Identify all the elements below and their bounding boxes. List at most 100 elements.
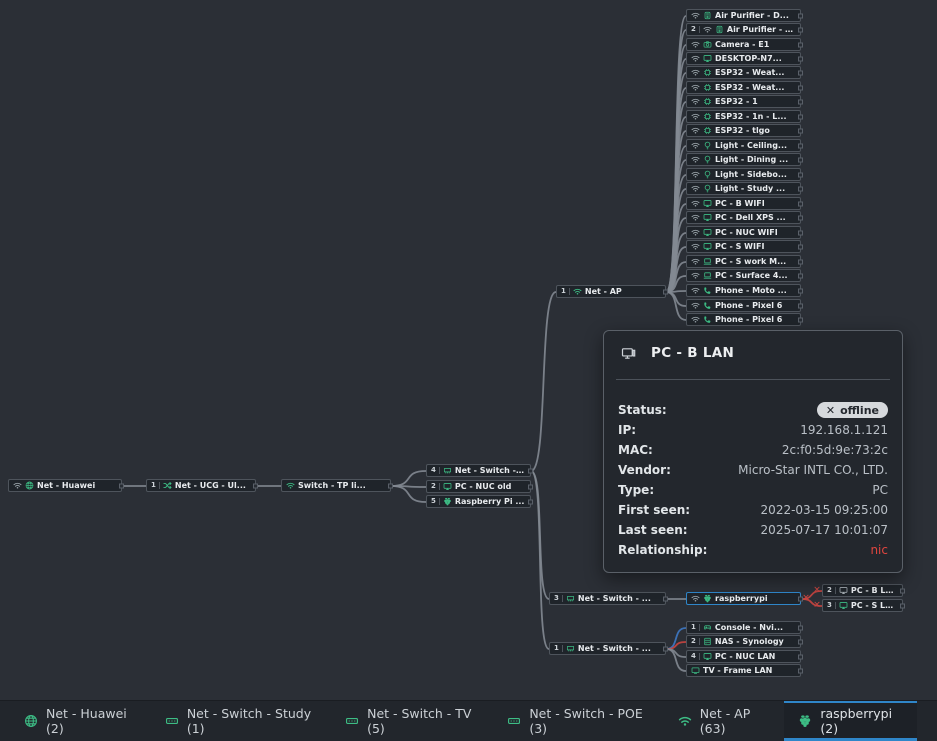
tab-net-ap[interactable]: Net - AP (63) bbox=[664, 701, 785, 741]
row-label: Type: bbox=[618, 483, 654, 497]
out-port bbox=[798, 244, 803, 249]
node-leaf-camera-e1[interactable]: Camera - E1 bbox=[686, 38, 801, 51]
node-pc-b-lan[interactable]: 2PC - B LAN bbox=[822, 584, 903, 597]
node-leaf-phone-moto[interactable]: Phone - Moto ... bbox=[686, 284, 801, 297]
bulb-icon bbox=[703, 141, 712, 150]
node-pc-s-lan[interactable]: 3 PC - S LAN bbox=[822, 599, 903, 612]
node-net-ap[interactable]: 1Net - AP bbox=[556, 285, 666, 298]
node-sw-c[interactable]: 1Net - Switch - ... bbox=[549, 642, 666, 655]
node-sw-main[interactable]: 4Net - Switch - ... bbox=[426, 464, 531, 477]
row-value: PC bbox=[872, 483, 888, 497]
node-leaf-phone-pixel1[interactable]: Phone - Pixel 6 bbox=[686, 299, 801, 312]
node-raspberrypi[interactable]: raspberrypi bbox=[686, 592, 801, 605]
node-label: Net - Switch - ... bbox=[455, 466, 525, 475]
node-leaf-light-sideboard[interactable]: Light - Sidebo... bbox=[686, 168, 801, 181]
tab-net-huawei[interactable]: Net - Huawei (2) bbox=[10, 701, 151, 741]
node-label: PC - S LAN bbox=[851, 601, 897, 610]
out-port bbox=[528, 468, 533, 473]
out-port bbox=[798, 201, 803, 206]
detail-row-first-seen: First seen: 2022-03-15 09:25:00 bbox=[604, 500, 902, 520]
tab-net-switch-study[interactable]: Net - Switch - Study (1) bbox=[151, 701, 331, 741]
out-port bbox=[528, 484, 533, 489]
wifi-icon bbox=[691, 141, 700, 150]
out-port bbox=[798, 654, 803, 659]
tab-net-switch-poe[interactable]: Net - Switch - POE (3) bbox=[493, 701, 663, 741]
node-leaf-esp32-tlgo[interactable]: ESP32 - tlgo bbox=[686, 124, 801, 137]
monitor-icon bbox=[839, 601, 848, 610]
node-leaf-esp32-1[interactable]: ESP32 - 1 bbox=[686, 95, 801, 108]
out-port bbox=[119, 483, 124, 488]
detail-row-relationship: Relationship: nic bbox=[604, 540, 902, 560]
node-net-ucg[interactable]: 1Net - UCG - Ul... bbox=[146, 479, 256, 492]
node-label: Phone - Pixel 6 bbox=[715, 301, 782, 310]
port-number: 5 bbox=[431, 498, 440, 505]
port-number: 2 bbox=[431, 483, 440, 490]
out-port bbox=[798, 259, 803, 264]
node-nas[interactable]: 2NAS - Synology bbox=[686, 635, 801, 648]
out-port bbox=[253, 483, 258, 488]
bulb-icon bbox=[703, 184, 712, 193]
row-value: nic bbox=[870, 543, 888, 557]
node-pc-nuc-old[interactable]: 2PC - NUC old bbox=[426, 480, 531, 493]
shuffle-icon bbox=[163, 481, 172, 490]
node-label: Light - Sidebo... bbox=[715, 170, 787, 179]
node-leaf-pc-dell-xps[interactable]: PC - Dell XPS ... bbox=[686, 211, 801, 224]
node-label: Switch - TP li... bbox=[298, 481, 366, 490]
node-label: ESP32 - Weat... bbox=[715, 68, 784, 77]
node-label: DESKTOP-N7... bbox=[715, 54, 782, 63]
node-leaf-light-ceiling[interactable]: Light - Ceiling... bbox=[686, 139, 801, 152]
node-leaf-pc-b-wifi[interactable]: PC - B WIFI bbox=[686, 197, 801, 210]
wifi-icon bbox=[691, 155, 700, 164]
port-number: 2 bbox=[827, 587, 836, 594]
node-sw-b[interactable]: 3Net - Switch - ... bbox=[549, 592, 666, 605]
wifi-icon bbox=[691, 213, 700, 222]
node-label: raspberrypi bbox=[715, 594, 768, 603]
node-label: Camera - E1 bbox=[715, 40, 769, 49]
edge-sw-main-sw-c bbox=[531, 471, 549, 649]
node-leaf-phone-pixel2[interactable]: Phone - Pixel 6 bbox=[686, 313, 801, 326]
monitor-icon bbox=[703, 242, 712, 251]
offline-x-icon: ✕ bbox=[802, 595, 810, 604]
node-leaf-esp32-1n[interactable]: ESP32 - 1n - L... bbox=[686, 110, 801, 123]
node-leaf-pc-surface[interactable]: PC - Surface 4... bbox=[686, 269, 801, 282]
camera-icon bbox=[703, 40, 712, 49]
node-label: PC - Surface 4... bbox=[715, 271, 788, 280]
node-leaf-air-purifier-x[interactable]: 2Air Purifier - X... bbox=[686, 23, 801, 36]
port-number: 3 bbox=[827, 602, 836, 609]
detail-row-status: Status: ✕offline bbox=[604, 400, 902, 420]
node-leaf-light-dining[interactable]: Light - Dining ... bbox=[686, 153, 801, 166]
node-net-huawei[interactable]: Net - Huawei bbox=[8, 479, 122, 492]
row-value: Micro-Star INTL CO., LTD. bbox=[738, 463, 888, 477]
node-switch-tp[interactable]: Switch - TP li... bbox=[281, 479, 391, 492]
purifier-icon bbox=[703, 11, 712, 20]
node-console[interactable]: 1Console - Nvi... bbox=[686, 621, 801, 634]
out-port bbox=[798, 215, 803, 220]
desktop-icon bbox=[620, 346, 637, 361]
node-raspi-old[interactable]: 5Raspberry Pi ... bbox=[426, 495, 531, 508]
node-leaf-light-study[interactable]: Light - Study ... bbox=[686, 182, 801, 195]
node-leaf-pc-s-wifi[interactable]: PC - S WIFI bbox=[686, 240, 801, 253]
wifi-icon bbox=[691, 257, 700, 266]
edge-sw-main-net-ap bbox=[531, 292, 556, 471]
raspberry-icon bbox=[798, 714, 812, 728]
edge-switch-tp-sw-main bbox=[391, 471, 426, 486]
device-details-popup: PC - B LAN Status: ✕offline IP: 192.168.… bbox=[603, 330, 903, 573]
node-pc-nuc-lan[interactable]: 4PC - NUC LAN bbox=[686, 650, 801, 663]
node-leaf-pc-nuc-wifi[interactable]: PC - NUC WIFI bbox=[686, 226, 801, 239]
node-leaf-desktop[interactable]: DESKTOP-N7... bbox=[686, 52, 801, 65]
node-leaf-air-purifier-d[interactable]: Air Purifier - D... bbox=[686, 9, 801, 22]
phone-icon bbox=[703, 301, 712, 310]
node-leaf-pc-s-work[interactable]: PC - S work M... bbox=[686, 255, 801, 268]
tab-net-switch-tv[interactable]: Net - Switch - TV (5) bbox=[331, 701, 493, 741]
node-tv-frame[interactable]: TV - Frame LAN bbox=[686, 664, 801, 677]
node-leaf-esp32-weat2[interactable]: ESP32 - Weat... bbox=[686, 81, 801, 94]
wifi-icon bbox=[691, 271, 700, 280]
tab-raspberrypi[interactable]: raspberrypi (2) bbox=[784, 701, 917, 741]
row-label: MAC: bbox=[618, 443, 653, 457]
detail-row-last-seen: Last seen: 2025-07-17 10:01:07 bbox=[604, 520, 902, 540]
globe-icon bbox=[24, 714, 38, 728]
out-port bbox=[798, 288, 803, 293]
node-leaf-esp32-weat1[interactable]: ESP32 - Weat... bbox=[686, 66, 801, 79]
out-port bbox=[798, 303, 803, 308]
wifi-icon bbox=[703, 25, 712, 34]
